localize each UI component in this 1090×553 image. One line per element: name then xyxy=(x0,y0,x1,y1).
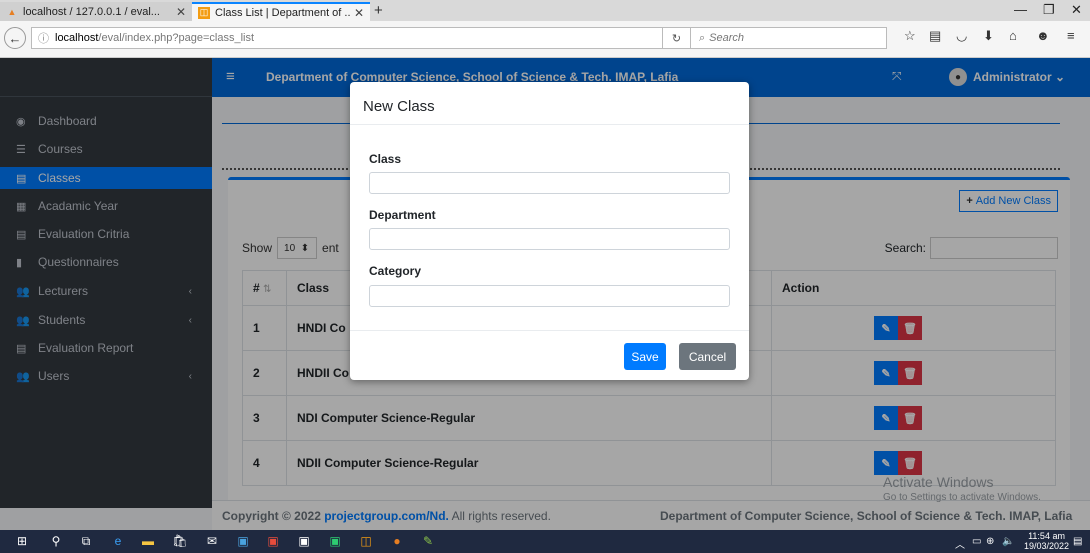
modal-footer: Save Cancel xyxy=(350,330,749,380)
edge-icon[interactable]: e xyxy=(110,533,126,549)
browser-search-input[interactable]: ⌕ Search xyxy=(691,27,887,49)
mail-icon[interactable]: ✉ xyxy=(204,533,220,549)
bookmark-star-icon[interactable]: ☆ xyxy=(904,28,916,44)
store-icon[interactable]: 🛍 xyxy=(172,533,188,549)
close-tab-icon[interactable]: ✕ xyxy=(176,5,186,19)
network-icon[interactable]: ⊕ xyxy=(986,536,994,547)
powerpoint-icon[interactable]: ▣ xyxy=(265,533,281,549)
home-icon[interactable]: ⌂ xyxy=(1009,28,1017,43)
tray-chevron-icon[interactable]: ︿ xyxy=(955,536,965,551)
category-input[interactable] xyxy=(369,285,730,307)
clock-time: 11:54 am xyxy=(1028,531,1065,541)
phpmyadmin-icon: ▲ xyxy=(7,6,17,17)
editor-icon[interactable]: ✎ xyxy=(420,533,436,549)
site-info-icon[interactable]: ⓘ xyxy=(38,30,49,46)
cancel-button[interactable]: Cancel xyxy=(679,343,736,370)
notification-icon[interactable]: ▤ xyxy=(1073,536,1082,547)
volume-icon[interactable]: 🔈 xyxy=(1002,536,1014,547)
class-label: Class xyxy=(369,152,402,166)
excel-icon[interactable]: ▣ xyxy=(327,533,343,549)
new-tab-icon[interactable]: + xyxy=(374,2,383,19)
browser-tab-class-list[interactable]: ◫ Class List | Department of ... ✕ xyxy=(192,2,370,21)
system-clock[interactable]: 11:54 am 19/03/2022 xyxy=(1024,531,1069,551)
firefox-icon[interactable]: ● xyxy=(389,533,405,549)
xampp-icon[interactable]: ◫ xyxy=(358,533,374,549)
back-icon[interactable]: ← xyxy=(4,27,26,49)
pocket-icon[interactable]: ◡ xyxy=(956,28,967,44)
clock-date: 19/03/2022 xyxy=(1024,541,1070,551)
url-host: localhost xyxy=(55,32,99,44)
reading-list-icon[interactable]: ▤ xyxy=(929,28,941,44)
search-icon: ⌕ xyxy=(699,31,706,44)
word-icon[interactable]: ▣ xyxy=(235,533,251,549)
url-bar[interactable]: ⓘ localhost/eval/index.php?page=class_li… xyxy=(31,27,663,49)
task-view-icon[interactable]: ⧉ xyxy=(78,533,94,549)
close-window-icon[interactable]: ✕ xyxy=(1071,2,1082,18)
windows-start-icon[interactable]: ⊞ xyxy=(14,533,30,549)
browser-tab-phpmyadmin[interactable]: ▲ localhost / 127.0.0.1 / eval... ✕ xyxy=(0,2,192,21)
restore-icon[interactable]: ❐ xyxy=(1043,2,1055,18)
battery-icon[interactable]: ▭ xyxy=(972,536,981,547)
minimize-icon[interactable]: — xyxy=(1014,2,1027,17)
app-favicon: ◫ xyxy=(198,6,210,19)
category-label: Category xyxy=(369,264,422,278)
app-icon[interactable]: ▣ xyxy=(296,533,312,549)
reload-icon[interactable]: ↻ xyxy=(663,27,691,49)
menu-icon[interactable]: ≡ xyxy=(1067,28,1075,43)
class-input[interactable] xyxy=(369,172,730,194)
url-path: /eval/index.php?page=class_list xyxy=(98,32,255,44)
new-class-modal: New Class Class Department Category Save… xyxy=(350,82,749,380)
windows-taskbar: ⊞ ⚲ ⧉ e ▬ 🛍 ✉ ▣ ▣ ▣ ▣ ◫ ● ✎ ︿ ▭ ⊕ 🔈 11:5… xyxy=(0,530,1090,553)
addon-icon[interactable]: ☻ xyxy=(1036,28,1050,43)
search-icon[interactable]: ⚲ xyxy=(48,533,64,549)
browser-nav-bar: ← ⓘ localhost/eval/index.php?page=class_… xyxy=(0,21,1090,58)
search-placeholder: Search xyxy=(709,32,745,44)
browser-tab-bar: ▲ localhost / 127.0.0.1 / eval... ✕ ◫ Cl… xyxy=(0,0,1090,21)
save-button[interactable]: Save xyxy=(624,343,666,370)
modal-title: New Class xyxy=(350,82,749,125)
department-input[interactable] xyxy=(369,228,730,250)
close-tab-icon[interactable]: ✕ xyxy=(354,6,364,20)
tab-title: Class List | Department of ... xyxy=(215,6,350,19)
file-explorer-icon[interactable]: ▬ xyxy=(140,533,156,549)
download-icon[interactable]: ⬇ xyxy=(983,28,994,44)
tab-title: localhost / 127.0.0.1 / eval... xyxy=(23,5,160,18)
department-label: Department xyxy=(369,208,436,222)
